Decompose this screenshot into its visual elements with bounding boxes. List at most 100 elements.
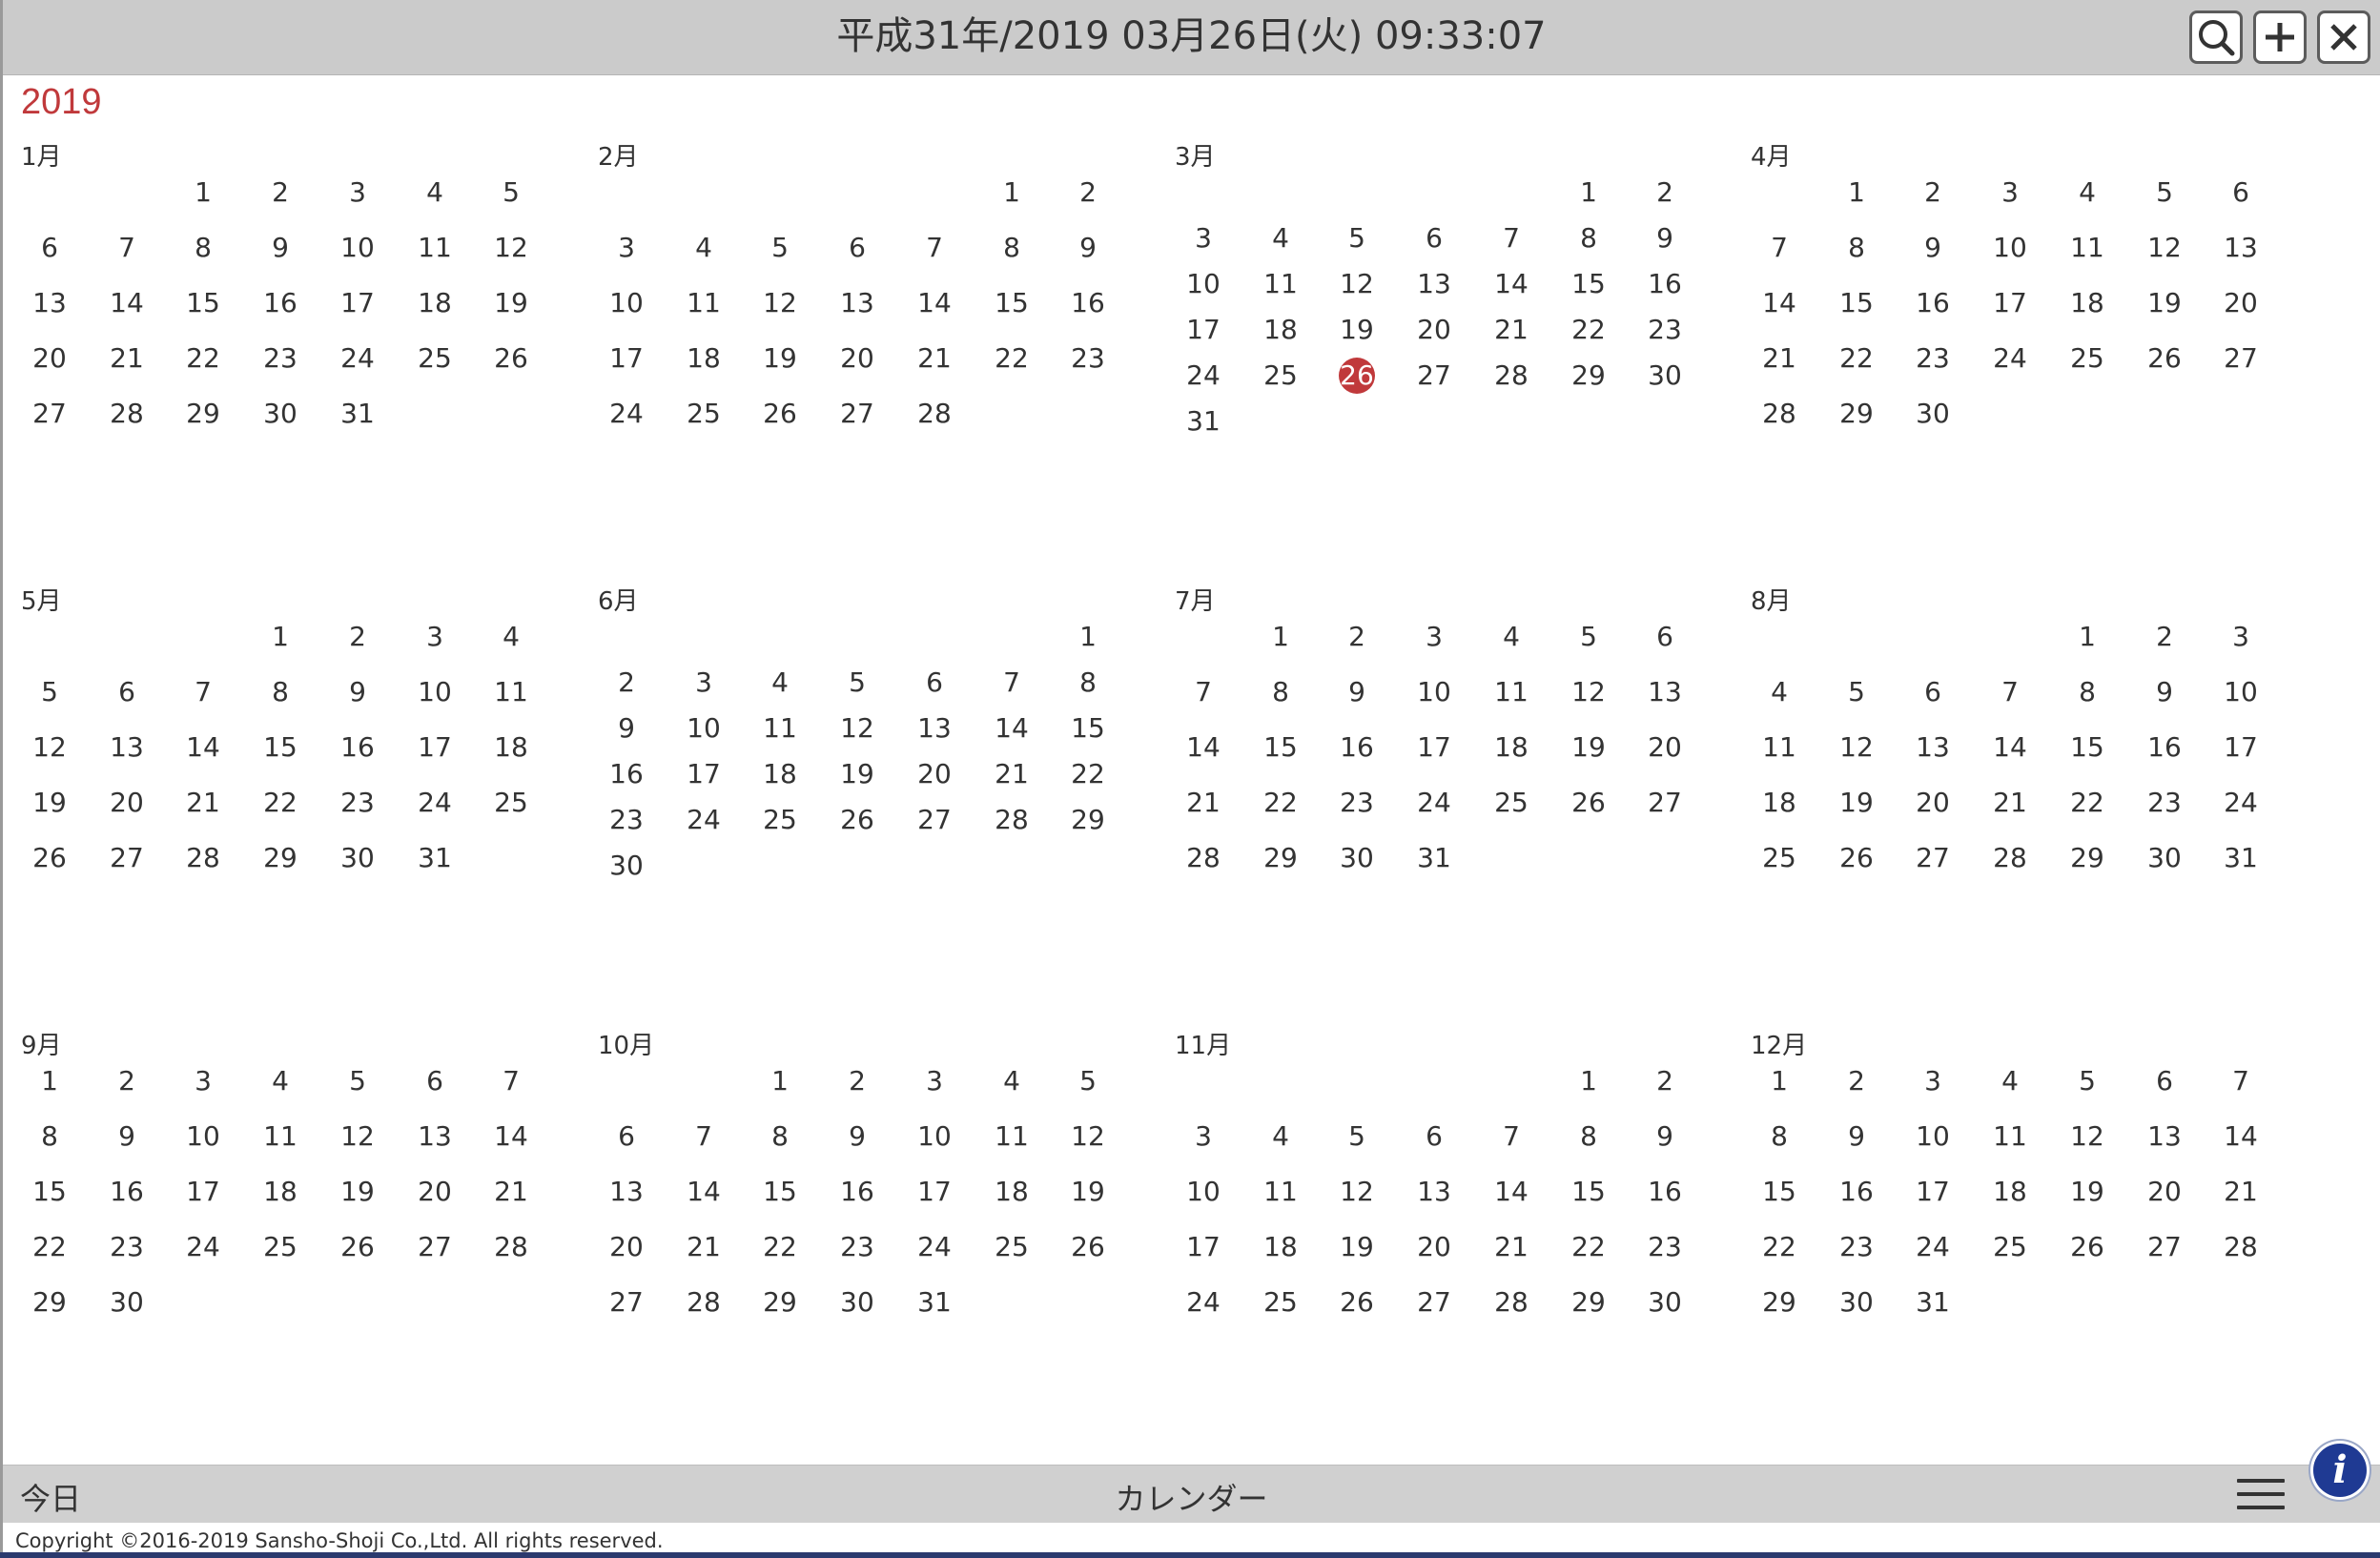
day-cell[interactable]: 26 <box>1059 1230 1117 1264</box>
day-cell[interactable]: 15 <box>1252 730 1309 765</box>
day-cell[interactable]: 2 <box>1828 1064 1885 1098</box>
day-cell[interactable]: 16 <box>1828 1175 1885 1209</box>
day-cell[interactable]: 3 <box>675 666 732 700</box>
day-cell[interactable]: 8 <box>174 231 232 265</box>
day-cell[interactable]: 12 <box>1828 730 1885 765</box>
day-cell[interactable]: 19 <box>2136 286 2193 320</box>
day-cell[interactable]: 2 <box>98 1064 155 1098</box>
day-cell[interactable]: 9 <box>252 231 309 265</box>
day-cell[interactable]: 16 <box>1904 286 1961 320</box>
day-cell[interactable]: 5 <box>1828 675 1885 709</box>
day-cell[interactable]: 17 <box>329 286 386 320</box>
day-cell[interactable]: 12 <box>2059 1119 2116 1154</box>
day-cell[interactable]: 17 <box>174 1175 232 1209</box>
day-cell[interactable]: 5 <box>329 1064 386 1098</box>
day-cell[interactable]: 8 <box>1560 1119 1617 1154</box>
day-cell[interactable]: 15 <box>21 1175 78 1209</box>
day-cell[interactable]: 16 <box>2136 730 2193 765</box>
day-cell[interactable]: 3 <box>906 1064 963 1098</box>
day-cell[interactable]: 16 <box>1328 730 1385 765</box>
day-cell[interactable]: 31 <box>1405 841 1463 875</box>
day-cell[interactable]: 13 <box>98 730 155 765</box>
day-cell[interactable]: 6 <box>829 231 886 265</box>
day-cell[interactable]: 6 <box>406 1064 463 1098</box>
day-cell[interactable]: 28 <box>983 803 1040 837</box>
day-cell[interactable]: 15 <box>1059 711 1117 746</box>
day-cell[interactable]: 18 <box>675 341 732 376</box>
day-cell[interactable]: 29 <box>1252 841 1309 875</box>
day-cell[interactable]: 8 <box>1252 675 1309 709</box>
day-cell[interactable]: 21 <box>2212 1175 2269 1209</box>
day-cell[interactable]: 9 <box>1328 675 1385 709</box>
day-cell[interactable]: 28 <box>1483 359 1540 393</box>
day-cell[interactable]: 12 <box>1328 267 1385 301</box>
day-cell[interactable]: 18 <box>1751 786 1808 820</box>
day-cell[interactable]: 2 <box>1328 620 1385 654</box>
day-cell[interactable]: 12 <box>751 286 809 320</box>
day-cell[interactable]: 10 <box>1175 267 1232 301</box>
day-cell[interactable]: 10 <box>906 1119 963 1154</box>
day-cell[interactable]: 22 <box>1828 341 1885 376</box>
day-cell[interactable]: 6 <box>1405 1119 1463 1154</box>
day-cell[interactable]: 2 <box>829 1064 886 1098</box>
day-cell[interactable]: 4 <box>1751 675 1808 709</box>
day-cell[interactable]: 9 <box>1636 1119 1693 1154</box>
day-cell[interactable]: 3 <box>1175 1119 1232 1154</box>
day-cell[interactable]: 11 <box>983 1119 1040 1154</box>
day-cell[interactable]: 8 <box>983 231 1040 265</box>
day-cell[interactable]: 5 <box>751 231 809 265</box>
add-button[interactable] <box>2253 10 2307 64</box>
day-cell[interactable]: 7 <box>906 231 963 265</box>
day-cell[interactable]: 9 <box>2136 675 2193 709</box>
day-cell[interactable]: 1 <box>1252 620 1309 654</box>
day-cell[interactable]: 6 <box>1904 675 1961 709</box>
day-cell[interactable]: 13 <box>2136 1119 2193 1154</box>
day-cell[interactable]: 24 <box>406 786 463 820</box>
day-cell[interactable]: 28 <box>2212 1230 2269 1264</box>
day-cell[interactable]: 26 <box>482 341 540 376</box>
day-cell[interactable]: 23 <box>1828 1230 1885 1264</box>
day-cell[interactable]: 5 <box>1328 1119 1385 1154</box>
day-cell[interactable]: 21 <box>98 341 155 376</box>
day-cell[interactable]: 27 <box>829 397 886 431</box>
day-cell[interactable]: 6 <box>598 1119 655 1154</box>
day-cell[interactable]: 28 <box>1175 841 1232 875</box>
day-cell[interactable]: 22 <box>1252 786 1309 820</box>
day-cell[interactable]: 23 <box>1904 341 1961 376</box>
day-cell[interactable]: 18 <box>2059 286 2116 320</box>
day-cell[interactable]: 5 <box>1059 1064 1117 1098</box>
day-cell[interactable]: 26 <box>829 803 886 837</box>
day-cell[interactable]: 10 <box>598 286 655 320</box>
day-cell[interactable]: 28 <box>482 1230 540 1264</box>
day-cell[interactable]: 15 <box>1560 267 1617 301</box>
day-cell[interactable]: 24 <box>1175 1285 1232 1320</box>
day-cell[interactable]: 16 <box>1059 286 1117 320</box>
day-cell[interactable]: 16 <box>1636 267 1693 301</box>
day-cell[interactable]: 26 <box>1328 1285 1385 1320</box>
day-cell[interactable]: 16 <box>98 1175 155 1209</box>
day-cell[interactable]: 2 <box>1636 1064 1693 1098</box>
day-cell[interactable]: 30 <box>2136 841 2193 875</box>
info-icon[interactable]: i <box>2313 1444 2367 1497</box>
day-cell[interactable]: 1 <box>252 620 309 654</box>
day-cell[interactable]: 28 <box>98 397 155 431</box>
day-cell[interactable]: 13 <box>1636 675 1693 709</box>
day-cell[interactable]: 2 <box>598 666 655 700</box>
day-cell[interactable]: 18 <box>252 1175 309 1209</box>
day-cell[interactable]: 11 <box>2059 231 2116 265</box>
day-cell[interactable]: 24 <box>1175 359 1232 393</box>
day-cell[interactable]: 25 <box>1483 786 1540 820</box>
day-cell[interactable]: 7 <box>1751 231 1808 265</box>
day-cell[interactable]: 3 <box>329 175 386 210</box>
day-cell[interactable]: 1 <box>2059 620 2116 654</box>
day-cell[interactable]: 31 <box>1904 1285 1961 1320</box>
day-cell[interactable]: 23 <box>252 341 309 376</box>
day-cell[interactable]: 24 <box>598 397 655 431</box>
day-cell[interactable]: 23 <box>1328 786 1385 820</box>
day-cell[interactable]: 8 <box>1059 666 1117 700</box>
day-cell[interactable]: 19 <box>829 757 886 791</box>
day-cell[interactable]: 13 <box>1405 1175 1463 1209</box>
day-cell[interactable]: 5 <box>829 666 886 700</box>
day-cell[interactable]: 14 <box>1981 730 2039 765</box>
day-cell[interactable]: 14 <box>1483 267 1540 301</box>
